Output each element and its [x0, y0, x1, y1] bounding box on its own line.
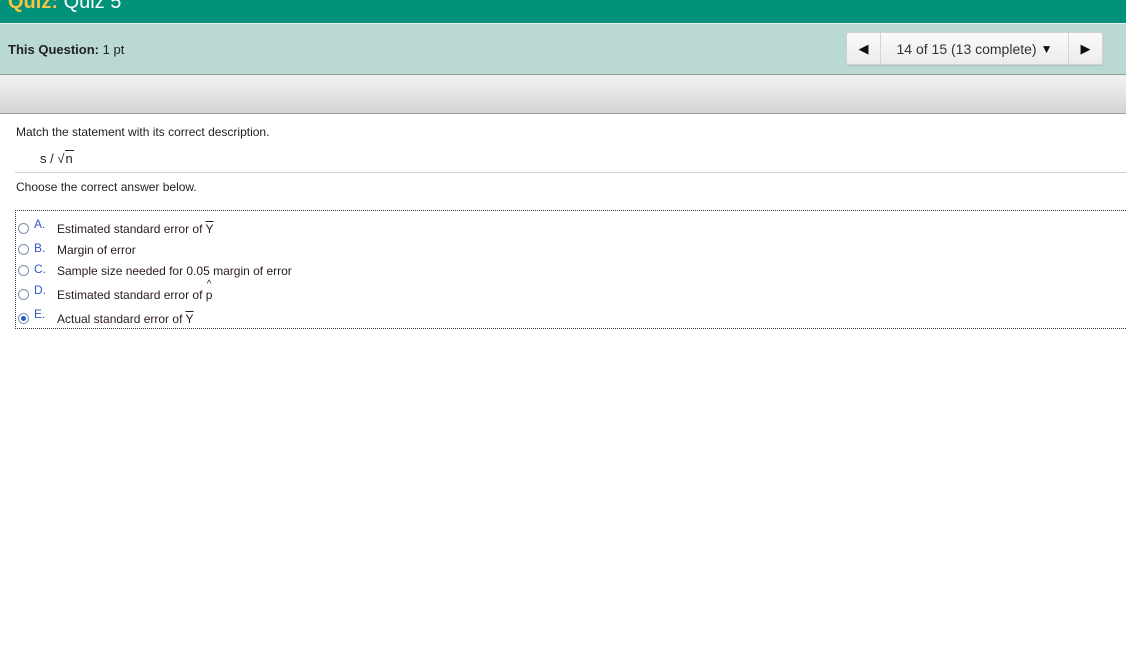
formula: s / √n — [40, 150, 1126, 166]
option-a[interactable]: A. Estimated standard error of Y — [16, 213, 1126, 237]
option-letter: D. — [34, 283, 46, 297]
option-text: Sample size needed for 0.05 margin of er… — [57, 264, 292, 278]
quiz-header: Quiz: Quiz 5 — [0, 0, 1126, 24]
radio-e-selected[interactable] — [18, 313, 29, 324]
option-letter: E. — [34, 307, 46, 321]
triangle-left-icon: ◀ — [858, 40, 869, 56]
option-b[interactable]: B. Margin of error — [16, 237, 1126, 258]
question-navigator: ◀ 14 of 15 (13 complete) ▼ ▶ — [846, 32, 1103, 65]
option-d[interactable]: D. Estimated standard error of p — [16, 279, 1126, 303]
triangle-right-icon: ▶ — [1080, 40, 1091, 56]
option-label: Estimated standard error of — [57, 222, 206, 236]
p-hat-symbol: p — [206, 279, 213, 302]
answer-prompt: Choose the correct answer below. — [16, 180, 197, 194]
instruction: Match the statement with its correct des… — [16, 125, 270, 139]
y-bar-symbol: Y — [185, 312, 194, 326]
option-letter: B. — [34, 241, 46, 255]
option-letter: C. — [34, 262, 46, 276]
option-c[interactable]: C. Sample size needed for 0.05 margin of … — [16, 258, 1126, 279]
triangle-down-icon: ▼ — [1040, 41, 1053, 56]
answer-options: A. Estimated standard error of Y B. Margin… — [15, 210, 1126, 329]
option-text: Actual standard error of Y — [57, 312, 194, 326]
radio-b[interactable] — [18, 244, 29, 255]
divider — [15, 172, 1126, 173]
y-bar-symbol: Y — [205, 222, 214, 236]
question-points: 1 pt — [102, 42, 125, 57]
quiz-label: Quiz: — [8, 0, 58, 13]
previous-question-button[interactable]: ◀ — [847, 33, 880, 64]
formula-n: n — [64, 150, 74, 166]
toolbar-strip — [0, 75, 1126, 114]
option-letter: A. — [34, 217, 46, 231]
option-text: Estimated standard error of Y — [57, 222, 214, 236]
question-bar: This Question: 1 pt ◀ 14 of 15 (13 compl… — [0, 24, 1126, 75]
next-question-button[interactable]: ▶ — [1069, 33, 1102, 64]
option-label: Estimated standard error of — [57, 288, 206, 302]
radio-c[interactable] — [18, 265, 29, 276]
formula-s: s / — [40, 151, 54, 166]
option-label: Actual standard error of — [57, 312, 186, 326]
option-e[interactable]: E. Actual standard error of Y — [16, 303, 1126, 327]
radio-a[interactable] — [18, 223, 29, 234]
option-text: Margin of error — [57, 243, 136, 257]
option-text: Estimated standard error of p — [57, 279, 213, 302]
quiz-name: Quiz 5 — [63, 0, 122, 13]
sqrt-symbol: √ — [57, 151, 65, 166]
radio-d[interactable] — [18, 289, 29, 300]
question-label: This Question: — [8, 42, 99, 57]
question-select-dropdown[interactable]: 14 of 15 (13 complete) ▼ — [880, 33, 1069, 64]
question-position: 14 of 15 (13 complete) — [896, 40, 1037, 57]
question-content: Match the statement with its correct des… — [0, 125, 1126, 329]
